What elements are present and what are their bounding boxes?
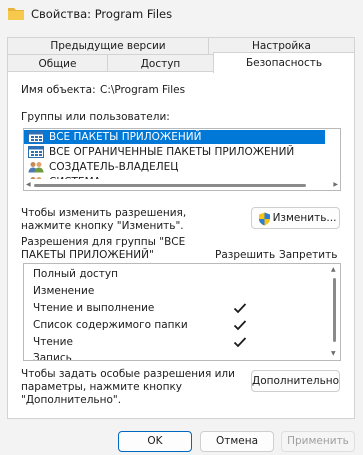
edit-hint-line1: Чтобы изменить разрешения,	[21, 207, 187, 219]
scroll-thumb[interactable]	[333, 278, 336, 342]
scroll-thumb[interactable]	[34, 184, 306, 187]
permission-label: Запись	[33, 352, 72, 361]
list-item-label: СОЗДАТЕЛЬ-ВЛАДЕЛЕЦ	[49, 161, 179, 173]
tab-previous-versions[interactable]: Предыдущие версии	[7, 37, 209, 55]
advanced-hint-line2: параметры, нажмите кнопку	[21, 381, 182, 393]
groups-list[interactable]: ВСЕ ПАКЕТЫ ПРИЛОЖЕНИЙ ВСЕ ОГРАНИЧЕННЫЕ П…	[23, 128, 341, 191]
permission-label: Изменение	[33, 285, 95, 297]
edit-button-label: Изменить...	[272, 212, 337, 224]
app-package-icon	[28, 131, 44, 143]
check-icon	[233, 303, 247, 314]
advanced-hint-line1: Чтобы задать особые разрешения или	[21, 368, 235, 380]
users-icon	[28, 162, 44, 173]
cancel-button[interactable]: Отмена	[200, 431, 274, 452]
deny-column-header: Запретить	[279, 249, 338, 261]
advanced-button[interactable]: Дополнительно	[251, 370, 340, 392]
tab-security[interactable]: Безопасность	[213, 52, 355, 73]
permission-row: Чтение	[24, 334, 324, 351]
list-item[interactable]: ВСЕ ПАКЕТЫ ПРИЛОЖЕНИЙ	[24, 130, 325, 144]
groups-label: Группы или пользователи:	[21, 111, 170, 123]
app-package-icon	[28, 146, 44, 158]
tab-sharing[interactable]: Доступ	[107, 54, 214, 72]
edit-button[interactable]: Изменить...	[251, 207, 340, 229]
perm-header-line1: Разрешения для группы "ВСЕ	[21, 236, 186, 248]
permission-row: Список содержимого папки	[24, 317, 324, 334]
scroll-right-arrow-icon[interactable]: ▶	[333, 181, 338, 189]
vertical-scrollbar[interactable]: ▲ ▼	[328, 264, 340, 360]
list-item[interactable]: ВСЕ ОГРАНИЧЕННЫЕ ПАКЕТЫ ПРИЛОЖЕНИЙ	[24, 145, 325, 159]
permission-row: Чтение и выполнение	[24, 300, 324, 317]
object-name-label: Имя объекта:	[21, 84, 96, 96]
scroll-left-arrow-icon[interactable]: ◀	[26, 181, 31, 189]
permission-row: Изменение	[24, 283, 324, 300]
scroll-up-arrow-icon[interactable]: ▲	[331, 266, 336, 274]
security-panel: Имя объекта: C:\Program Files Группы или…	[7, 71, 355, 419]
permission-row: Запись	[24, 350, 324, 361]
permission-row: Полный доступ	[24, 266, 324, 283]
title-bar[interactable]: Свойства: Program Files	[0, 0, 363, 28]
horizontal-scrollbar[interactable]: ◀ ▶	[24, 179, 340, 190]
permission-label: Чтение	[33, 336, 73, 348]
check-icon	[233, 337, 247, 348]
window-title: Свойства: Program Files	[31, 7, 173, 21]
folder-icon	[8, 8, 24, 20]
scroll-down-arrow-icon[interactable]: ▼	[331, 350, 336, 358]
permission-label: Полный доступ	[33, 268, 118, 280]
ok-button[interactable]: OK	[118, 431, 192, 452]
list-item-label: ВСЕ ОГРАНИЧЕННЫЕ ПАКЕТЫ ПРИЛОЖЕНИЙ	[49, 146, 295, 158]
permission-label: Список содержимого папки	[33, 319, 188, 331]
apply-button[interactable]: Применить	[281, 431, 355, 452]
list-item[interactable]: СОЗДАТЕЛЬ-ВЛАДЕЛЕЦ	[24, 160, 325, 174]
permission-label: Чтение и выполнение	[33, 302, 155, 314]
check-icon	[233, 320, 247, 331]
object-name-value: C:\Program Files	[100, 84, 186, 96]
list-item-label: ВСЕ ПАКЕТЫ ПРИЛОЖЕНИЙ	[49, 131, 202, 143]
tab-general[interactable]: Общие	[7, 54, 108, 72]
shield-icon	[259, 212, 270, 226]
edit-hint-line2: нажмите кнопку "Изменить".	[21, 220, 184, 232]
perm-header-line2: ПАКЕТЫ ПРИЛОЖЕНИЙ"	[21, 249, 154, 261]
allow-column-header: Разрешить	[215, 249, 276, 261]
advanced-hint-line3: "Дополнительно".	[21, 394, 122, 406]
permissions-list[interactable]: Полный доступ Изменение Чтение и выполне…	[23, 263, 341, 361]
